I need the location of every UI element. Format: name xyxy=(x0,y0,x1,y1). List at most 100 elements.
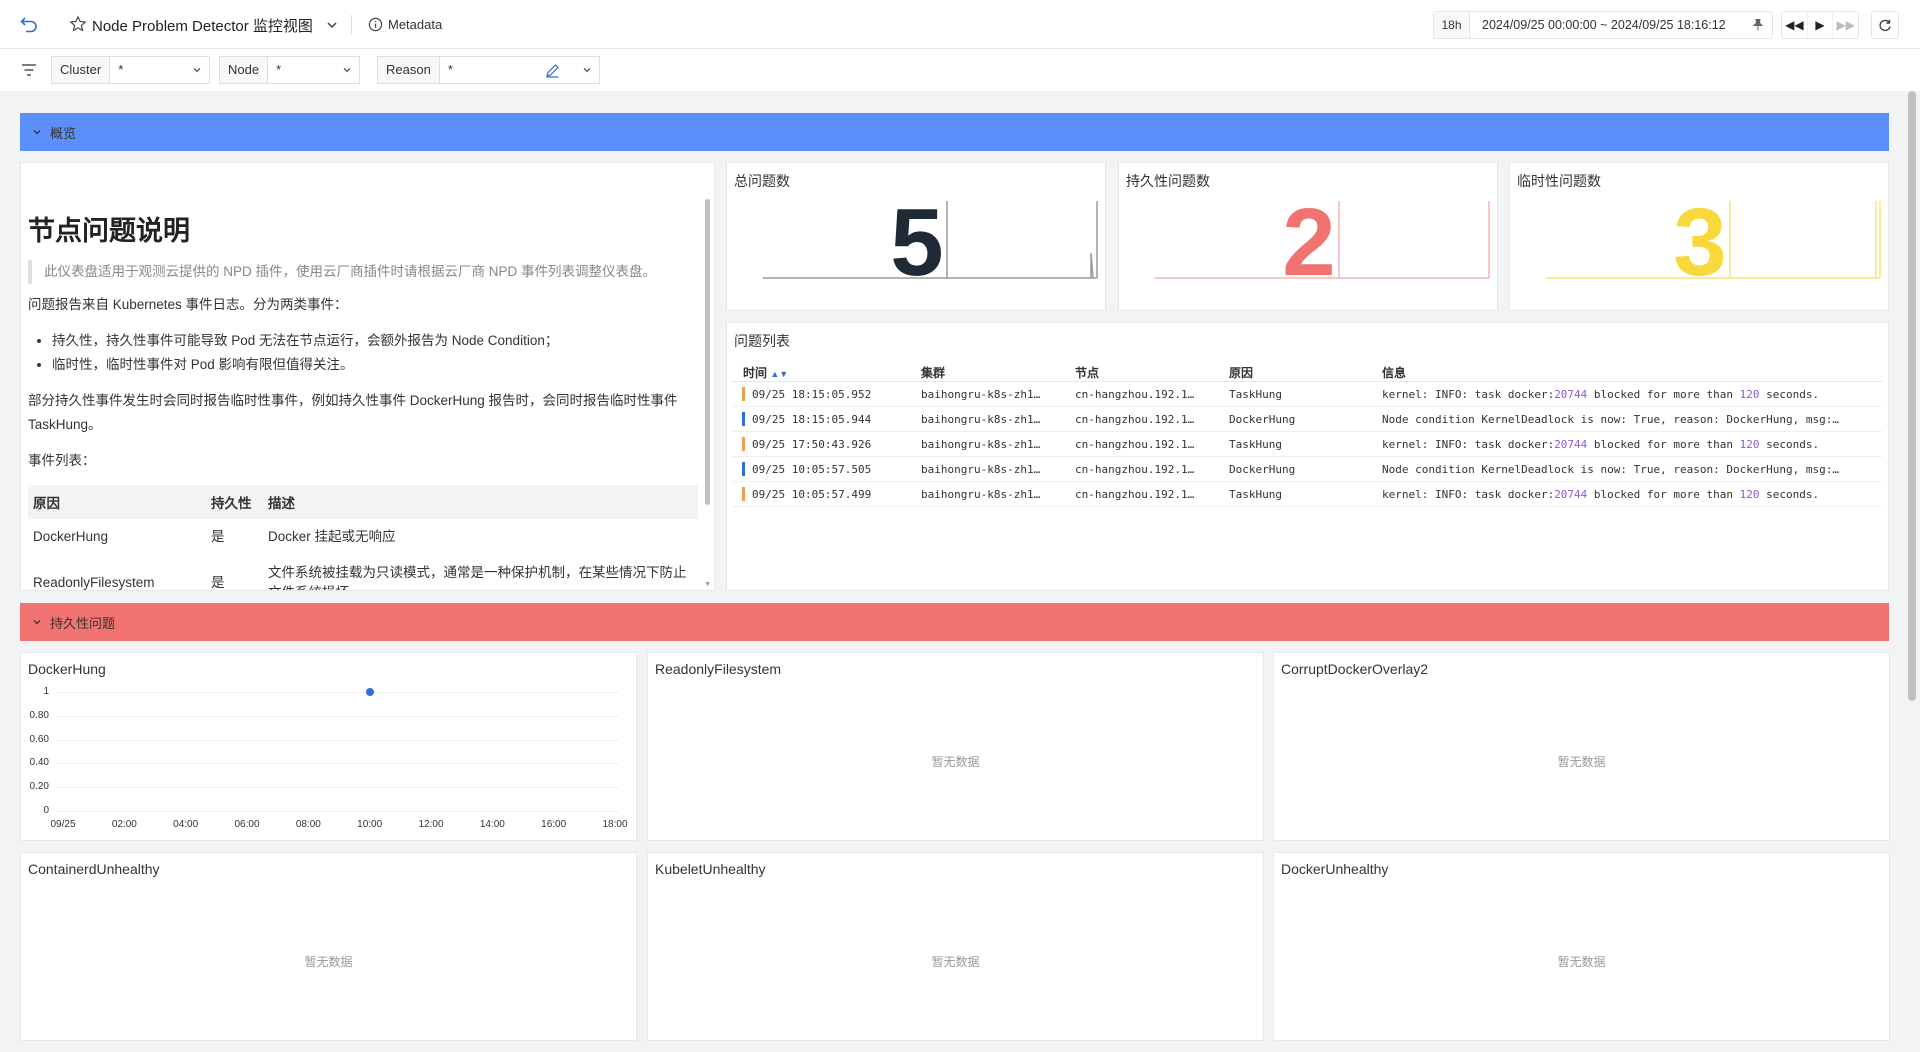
refresh-button[interactable] xyxy=(1871,11,1899,39)
info-number: 120 xyxy=(1739,488,1760,501)
section-title: 持久性问题 xyxy=(50,615,116,631)
chart-title: KubeletUnhealthy xyxy=(655,861,766,877)
gridline xyxy=(57,715,619,717)
table-row[interactable]: 09/25 18:15:05.952 baihongru-k8s-zh1… cn-h… xyxy=(732,382,1882,407)
node-select-value: * xyxy=(276,62,282,77)
status-indicator xyxy=(742,462,745,476)
event-table-header: 原因 xyxy=(28,485,206,519)
doc-list-item: 持久性，持久性事件可能导致 Pod 无法在节点运行，会额外报告为 Node Co… xyxy=(52,329,698,353)
cluster-filter: Cluster * xyxy=(51,56,211,84)
cell-node: cn-hangzhou.192.1… xyxy=(1075,488,1195,501)
info-icon[interactable] xyxy=(368,17,383,32)
time-range-text[interactable]: 2024/09/25 00:00:00 ~ 2024/09/25 18:16:1… xyxy=(1482,12,1726,38)
play-icon[interactable]: ▶ xyxy=(1806,12,1833,38)
info-text: seconds. xyxy=(1759,388,1820,401)
column-header-reason[interactable]: 原因 xyxy=(1229,364,1253,381)
column-header-node[interactable]: 节点 xyxy=(1075,364,1205,381)
info-text: blocked for more than xyxy=(1587,438,1740,451)
chevron-down-icon[interactable] xyxy=(326,19,338,31)
cluster-filter-label: Cluster xyxy=(51,56,111,84)
y-tick-label: 0.80 xyxy=(29,709,49,721)
no-data-text: 暂无数据 xyxy=(931,955,980,969)
reason-select[interactable]: * xyxy=(439,56,600,84)
refresh-icon xyxy=(1879,19,1891,32)
table-row[interactable]: 09/25 10:05:57.505 baihongru-k8s-zh1… cn-h… xyxy=(732,457,1882,482)
cluster-select[interactable]: * xyxy=(110,56,211,84)
rewind-icon[interactable]: ◀◀ xyxy=(1782,12,1807,38)
cell-info: kernel: INFO: task docker:20744 blocked … xyxy=(1382,438,1877,451)
doc-paragraph: 部分持久性事件发生时会同时报告临时性事件，例如持久性事件 DockerHung … xyxy=(28,393,678,432)
doc-list-item: 临时性，临时性事件对 Pod 影响有限但值得关注。 xyxy=(52,353,698,377)
cell-time: 09/25 10:05:57.499 xyxy=(752,488,872,501)
chart-title: DockerHung xyxy=(28,661,106,677)
column-header-time[interactable]: 时间 ▲▼ xyxy=(743,364,788,381)
info-number: 20744 xyxy=(1554,388,1588,401)
cluster-select-value: * xyxy=(118,62,124,77)
scroll-down-icon[interactable]: ▼ xyxy=(704,581,711,588)
filter-icon[interactable] xyxy=(20,61,38,79)
table-header-row: 时间 ▲▼ 集群 节点 原因 信息 xyxy=(732,358,1882,382)
data-point[interactable] xyxy=(365,688,374,696)
y-tick-label: 1 xyxy=(43,686,49,697)
reason-filter-label: Reason xyxy=(377,56,440,84)
doc-list: 持久性，持久性事件可能导致 Pod 无法在节点运行，会额外报告为 Node Co… xyxy=(52,329,698,377)
x-tick-label: 08:00 xyxy=(295,819,321,830)
info-text: kernel: INFO: task docker: xyxy=(1382,388,1555,401)
table-row[interactable]: 09/25 17:50:43.926 baihongru-k8s-zh1… cn-h… xyxy=(732,432,1882,457)
page-scrollbar[interactable] xyxy=(1908,91,1916,701)
cell-reason: TaskHung xyxy=(1229,488,1282,501)
section-overview-header[interactable]: 概览 xyxy=(20,113,1889,151)
cell-node: cn-hangzhou.192.1… xyxy=(1075,413,1195,426)
column-header-cluster[interactable]: 集群 xyxy=(921,364,1056,381)
cell-cluster: baihongru-k8s-zh1… xyxy=(921,488,1041,501)
time-range-picker[interactable]: 18h 2024/09/25 00:00:00 ~ 2024/09/25 18:… xyxy=(1433,11,1773,39)
x-tick-label: 18:00 xyxy=(602,819,628,830)
info-number: 20744 xyxy=(1554,438,1588,451)
metadata-link[interactable]: Metadata xyxy=(388,17,442,32)
status-indicator xyxy=(742,487,745,501)
x-tick-label: 02:00 xyxy=(111,819,137,830)
chart-title: ContainerdUnhealthy xyxy=(28,861,160,877)
gridline xyxy=(57,811,619,812)
fast-forward-icon[interactable]: ▶▶ xyxy=(1832,12,1858,38)
chevron-down-icon xyxy=(33,130,41,135)
chart-panel-containerdunhealthy: ContainerdUnhealthy 暂无数据 xyxy=(20,852,637,1041)
section-persistent-header[interactable]: 持久性问题 xyxy=(20,603,1889,641)
stat-title: 总问题数 xyxy=(734,173,790,189)
table-cell: DockerHung xyxy=(33,529,109,544)
dashboard-title[interactable]: Node Problem Detector 监控视图 xyxy=(92,15,313,36)
chart-panel-readonlyfilesystem: ReadonlyFilesystem 暂无数据 xyxy=(647,652,1264,841)
doc-paragraph: 事件列表： xyxy=(28,453,96,468)
pin-icon[interactable] xyxy=(1751,18,1765,32)
chevron-down-icon xyxy=(583,68,591,73)
chart-title: ReadonlyFilesystem xyxy=(655,661,782,677)
cell-info: Node condition KernelDeadlock is now: Tr… xyxy=(1382,463,1877,476)
gridline xyxy=(57,692,619,693)
cell-time: 09/25 10:05:57.505 xyxy=(752,463,872,476)
sort-icon[interactable]: ▲▼ xyxy=(770,369,788,379)
chart-title: DockerUnhealthy xyxy=(1281,861,1389,877)
no-data-text: 暂无数据 xyxy=(1557,955,1606,969)
back-icon[interactable] xyxy=(19,14,39,34)
star-icon[interactable] xyxy=(69,15,87,33)
table-row: DockerHung 是 Docker 挂起或无响应 xyxy=(28,519,698,555)
table-cell: 文件系统被挂载为只读模式，通常是一种保护机制，在某些情况下防止文件系统损坏 xyxy=(268,565,687,590)
y-tick-label: 0.40 xyxy=(29,757,49,769)
doc-scrollbar[interactable] xyxy=(705,199,710,505)
column-header-info[interactable]: 信息 xyxy=(1382,364,1877,381)
chart-panel-kubeletunhealthy: KubeletUnhealthy 暂无数据 xyxy=(647,852,1264,1041)
section-title: 概览 xyxy=(50,125,77,141)
problem-list-panel: 问题列表 时间 ▲▼ 集群 节点 原因 信息 09/25 18:15:05.95… xyxy=(726,322,1889,591)
top-bar: Node Problem Detector 监控视图 Metadata 18h … xyxy=(0,0,1920,49)
table-row[interactable]: 09/25 10:05:57.499 baihongru-k8s-zh1… cn-h… xyxy=(732,482,1882,507)
edit-icon[interactable] xyxy=(545,63,560,78)
divider xyxy=(351,15,352,35)
x-tick-label: 04:00 xyxy=(173,819,199,830)
stat-total: 总问题数 5 xyxy=(726,162,1106,311)
x-tick-label: 09/25 xyxy=(50,819,76,830)
table-row[interactable]: 09/25 18:15:05.944 baihongru-k8s-zh1… cn-h… xyxy=(732,407,1882,432)
node-select[interactable]: * xyxy=(268,56,361,84)
cell-reason: DockerHung xyxy=(1229,413,1296,426)
reason-filter: Reason * xyxy=(377,56,600,84)
time-quick-select[interactable]: 18h xyxy=(1434,12,1470,38)
